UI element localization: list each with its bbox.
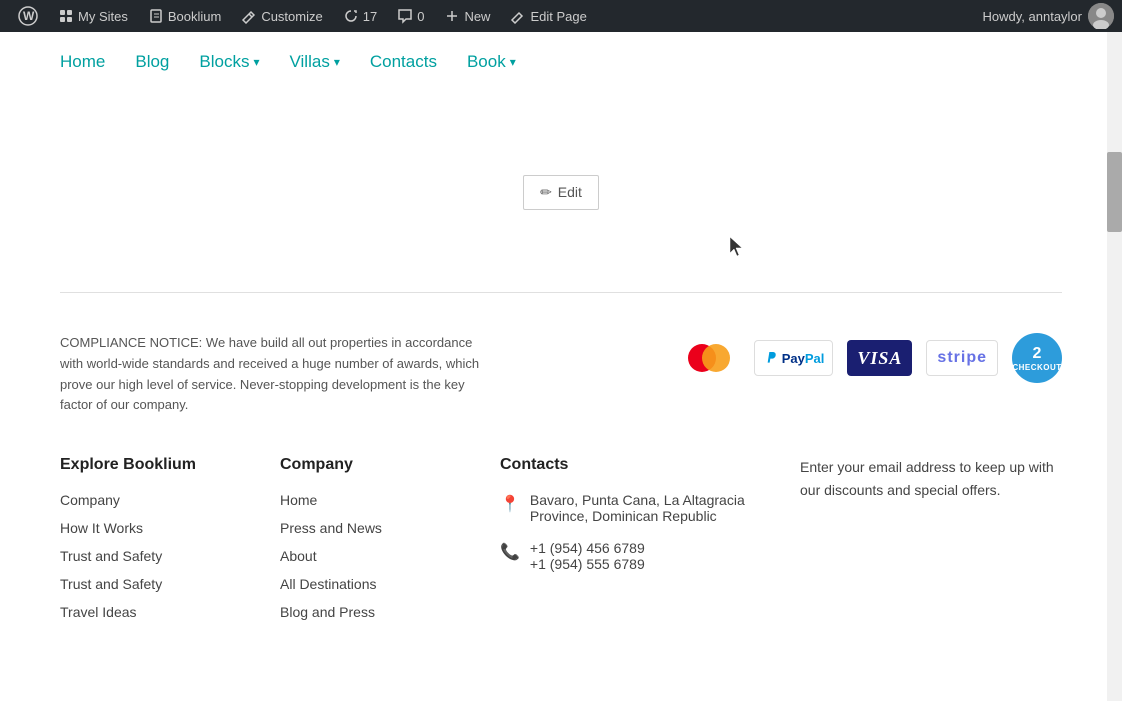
footer: COMPLIANCE NOTICE: We have build all out… <box>0 293 1122 662</box>
my-sites-label: My Sites <box>78 9 128 24</box>
admin-bar-items: W My Sites Booklium <box>8 0 983 32</box>
phone-icon: 📞 <box>500 542 520 562</box>
booklium-label: Booklium <box>168 9 221 24</box>
nav-contacts[interactable]: Contacts <box>370 52 437 72</box>
nav-home[interactable]: Home <box>60 52 105 72</box>
howdy-text: Howdy, anntaylor <box>983 9 1082 24</box>
company-link-press[interactable]: Press and News <box>280 520 480 536</box>
nav-villas[interactable]: Villas ▾ <box>290 52 340 72</box>
footer-top: COMPLIANCE NOTICE: We have build all out… <box>60 333 1062 416</box>
updates-button[interactable]: 17 <box>333 0 387 32</box>
booklium-button[interactable]: Booklium <box>138 0 231 32</box>
nav-blog[interactable]: Blog <box>135 52 169 72</box>
contact-phones: +1 (954) 456 6789 +1 (954) 555 6789 <box>530 540 645 572</box>
company-link-home[interactable]: Home <box>280 492 480 508</box>
new-label: New <box>464 9 490 24</box>
explore-heading: Explore Booklium <box>60 456 260 474</box>
blocks-dropdown-arrow: ▾ <box>253 55 259 69</box>
new-button[interactable]: New <box>434 0 500 32</box>
contact-address: Bavaro, Punta Cana, La Altagracia Provin… <box>530 492 780 524</box>
edit-page-label: Edit Page <box>530 9 586 24</box>
explore-link-trust-safety-2[interactable]: Trust and Safety <box>60 576 260 592</box>
company-link-about[interactable]: About <box>280 548 480 564</box>
footer-col-contacts: Contacts 📍 Bavaro, Punta Cana, La Altagr… <box>500 456 780 632</box>
comments-button[interactable]: 0 <box>387 0 434 32</box>
nav-blocks[interactable]: Blocks ▾ <box>199 52 259 72</box>
mouse-cursor <box>730 237 746 262</box>
customize-label: Customize <box>261 9 322 24</box>
footer-col-newsletter: Enter your email address to keep up with… <box>800 456 1062 632</box>
mastercard-icon <box>688 340 740 376</box>
villas-dropdown-arrow: ▾ <box>334 55 340 69</box>
compliance-notice: COMPLIANCE NOTICE: We have build all out… <box>60 333 490 416</box>
updates-count: 17 <box>363 9 377 24</box>
footer-col-explore: Explore Booklium Company How It Works Tr… <box>60 456 260 632</box>
explore-link-how-it-works[interactable]: How It Works <box>60 520 260 536</box>
wp-icon-button[interactable]: W <box>8 0 48 32</box>
svg-text:W: W <box>23 9 35 23</box>
edit-content-button[interactable]: ✏ Edit <box>523 175 599 210</box>
phone-1: +1 (954) 456 6789 <box>530 540 645 556</box>
navigation: Home Blog Blocks ▾ Villas ▾ Contacts Boo… <box>0 32 1122 92</box>
paypal-icon: PayPal <box>754 340 834 376</box>
my-sites-button[interactable]: My Sites <box>48 0 138 32</box>
contacts-heading: Contacts <box>500 456 780 474</box>
location-icon: 📍 <box>500 494 520 514</box>
phone-2: +1 (954) 555 6789 <box>530 556 645 572</box>
footer-columns: Explore Booklium Company How It Works Tr… <box>60 456 1062 632</box>
explore-link-trust-safety-1[interactable]: Trust and Safety <box>60 548 260 564</box>
contact-phone-item: 📞 +1 (954) 456 6789 +1 (954) 555 6789 <box>500 540 780 572</box>
contact-address-item: 📍 Bavaro, Punta Cana, La Altagracia Prov… <box>500 492 780 524</box>
customize-button[interactable]: Customize <box>231 0 332 32</box>
scrollbar-track[interactable] <box>1107 32 1122 701</box>
admin-bar-right: Howdy, anntaylor <box>983 3 1114 29</box>
admin-bar: W My Sites Booklium <box>0 0 1122 32</box>
nav-book[interactable]: Book ▾ <box>467 52 516 72</box>
scrollbar-thumb[interactable] <box>1107 152 1122 232</box>
footer-col-company: Company Home Press and News About All De… <box>280 456 480 632</box>
user-avatar[interactable] <box>1088 3 1114 29</box>
pencil-icon: ✏ <box>540 184 552 201</box>
main-content: ✏ Edit <box>0 92 1122 292</box>
book-dropdown-arrow: ▾ <box>510 55 516 69</box>
newsletter-text: Enter your email address to keep up with… <box>800 456 1062 501</box>
comments-count: 0 <box>417 9 424 24</box>
explore-link-travel-ideas[interactable]: Travel Ideas <box>60 604 260 620</box>
company-link-blog[interactable]: Blog and Press <box>280 604 480 620</box>
visa-icon: VISA <box>847 340 912 376</box>
payment-icons: PayPal VISA stripe 2 CHECKOUT <box>688 333 1062 383</box>
stripe-icon: stripe <box>926 340 998 376</box>
twocheckout-icon: 2 CHECKOUT <box>1012 333 1062 383</box>
company-link-destinations[interactable]: All Destinations <box>280 576 480 592</box>
company-heading: Company <box>280 456 480 474</box>
edit-page-button[interactable]: Edit Page <box>500 0 596 32</box>
explore-link-company[interactable]: Company <box>60 492 260 508</box>
